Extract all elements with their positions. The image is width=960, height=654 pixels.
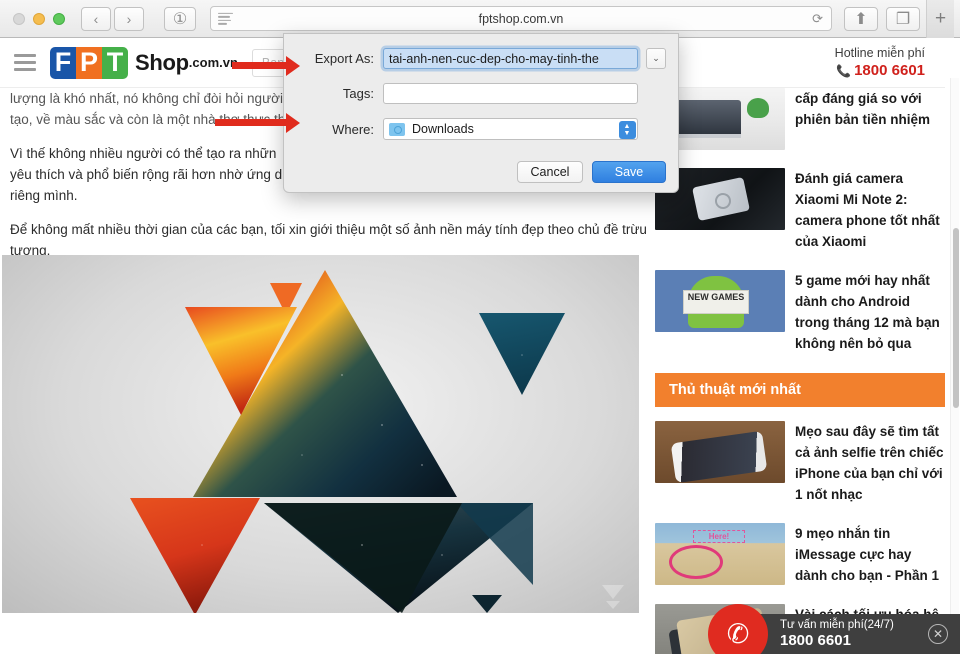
close-window-button[interactable] [13, 12, 25, 25]
article-title: 5 game mới hay nhất dành cho Android tro… [795, 273, 940, 351]
save-dialog: Export As: tai-anh-nen-cuc-dep-cho-may-t… [283, 33, 679, 193]
where-label: Where: [332, 121, 374, 137]
annotation-arrow-export-as [232, 55, 300, 76]
reader-view-button[interactable]: ① [164, 6, 196, 31]
share-button[interactable]: ⬆ [844, 6, 878, 31]
list-item[interactable]: Đánh giá camera Xiaomi Mi Note 2: camera… [655, 160, 945, 262]
article-title: Đánh giá camera Xiaomi Mi Note 2: camera… [795, 171, 940, 249]
hotline-block: Hotline miễn phí 📞 1800 6601 [835, 46, 931, 79]
hero-image [2, 255, 639, 613]
reload-icon[interactable]: ⟳ [812, 11, 823, 27]
related-articles-sidebar: cấp đáng giá so với phiên bản tiền nhiệm… [655, 88, 945, 654]
tags-label: Tags: [342, 86, 374, 101]
url-text: fptshop.com.vn [478, 11, 564, 26]
fpt-logo-icon: F P T [50, 46, 128, 79]
call-widget-label: Tư vấn miễn phí(24/7) [780, 619, 894, 631]
close-icon[interactable]: ✕ [928, 624, 948, 644]
folder-icon [389, 122, 405, 136]
export-as-label: Export As: [314, 51, 374, 66]
where-select[interactable]: Downloads ▲ ▼ [383, 118, 638, 140]
highlight-circle-icon [669, 545, 723, 579]
article-title: 9 mẹo nhắn tin iMessage cực hay dành cho… [795, 526, 940, 583]
menu-icon[interactable] [14, 54, 36, 71]
filename-input[interactable]: tai-anh-nen-cuc-dep-cho-may-tinh-the [383, 48, 638, 69]
chevron-down-icon[interactable]: ⌄ [646, 48, 666, 69]
page-scrollbar[interactable] [950, 78, 959, 654]
logo-letter-t: T [102, 46, 128, 79]
reader-lines-icon [218, 12, 233, 25]
where-row: Where: Downloads ▲ ▼ [284, 118, 678, 140]
show-tabs-button[interactable]: ❐ [886, 6, 920, 31]
export-as-row: Export As: tai-anh-nen-cuc-dep-cho-may-t… [284, 48, 678, 69]
minimize-window-button[interactable] [33, 12, 45, 25]
new-tab-button[interactable]: + [926, 0, 954, 38]
annotation-arrow-where [215, 112, 300, 133]
list-item[interactable]: cấp đáng giá so với phiên bản tiền nhiệm [655, 80, 945, 160]
thumbnail-image [655, 421, 785, 483]
call-widget-number: 1800 6601 [780, 632, 851, 649]
browser-window: ‹ › ▥ ① fptshop.com.vn ⟳ ⬆ ❐ + F P T Sho [0, 0, 960, 654]
abstract-triangles-svg [130, 270, 624, 613]
forward-button[interactable]: › [114, 6, 144, 31]
address-bar[interactable]: fptshop.com.vn ⟳ [210, 6, 832, 31]
stepper-up-icon: ▲ [623, 122, 631, 130]
hotline-number: 📞 1800 6601 [835, 62, 925, 79]
cancel-button[interactable]: Cancel [517, 161, 583, 183]
list-item[interactable]: Mẹo sau đây sẽ tìm tất cả ảnh selfie trê… [655, 413, 945, 515]
logo-letter-f: F [50, 46, 76, 79]
save-button[interactable]: Save [592, 161, 666, 183]
stepper-icon[interactable]: ▲ ▼ [618, 120, 636, 139]
logo-letter-p: P [76, 46, 102, 79]
hotline-number-text: 1800 6601 [854, 62, 925, 79]
maximize-window-button[interactable] [53, 12, 65, 25]
tags-input[interactable] [383, 83, 638, 104]
phone-icon: 📞 [836, 64, 852, 78]
tags-row: Tags: [284, 83, 678, 104]
watermark-icon [602, 585, 624, 609]
thumbnail-image: NEW GAMES [655, 270, 785, 332]
logo-shop-text: Shop [135, 49, 189, 75]
list-item[interactable]: NEW GAMES 5 game mới hay nhất dành cho A… [655, 262, 945, 364]
where-value: Downloads [412, 122, 474, 136]
dialog-buttons: Cancel Save [517, 161, 666, 183]
stepper-down-icon: ▼ [623, 129, 631, 137]
call-widget-text: Tư vấn miễn phí(24/7) 1800 6601 [780, 619, 894, 649]
section-banner: Thủ thuật mới nhất [655, 373, 945, 407]
call-widget[interactable]: ✆ Tư vấn miễn phí(24/7) 1800 6601 ✕ [708, 604, 960, 654]
list-item[interactable]: Here! 9 mẹo nhắn tin iMessage cực hay dà… [655, 515, 945, 596]
scrollbar-thumb[interactable] [952, 228, 959, 408]
logo-domain-text: .com.vn [188, 55, 238, 70]
toolbar-right-group: ⬆ ❐ [844, 6, 920, 31]
hotline-label: Hotline miễn phí [834, 46, 925, 60]
site-logo[interactable]: F P T Shop .com.vn [50, 46, 238, 79]
thumbnail-label: Here! [693, 530, 745, 543]
navigation-buttons: ‹ › [81, 6, 144, 31]
article-title: Mẹo sau đây sẽ tìm tất cả ảnh selfie trê… [795, 424, 944, 502]
thumbnail-label: NEW GAMES [683, 290, 749, 314]
article-text-span: yêu thích và phổ biến rộng rãi hơn nhờ ứ… [10, 167, 283, 182]
back-button[interactable]: ‹ [81, 6, 111, 31]
thumbnail-image: Here! [655, 523, 785, 585]
article-title: cấp đáng giá so với phiên bản tiền nhiệm [795, 91, 931, 127]
window-controls [6, 12, 65, 25]
